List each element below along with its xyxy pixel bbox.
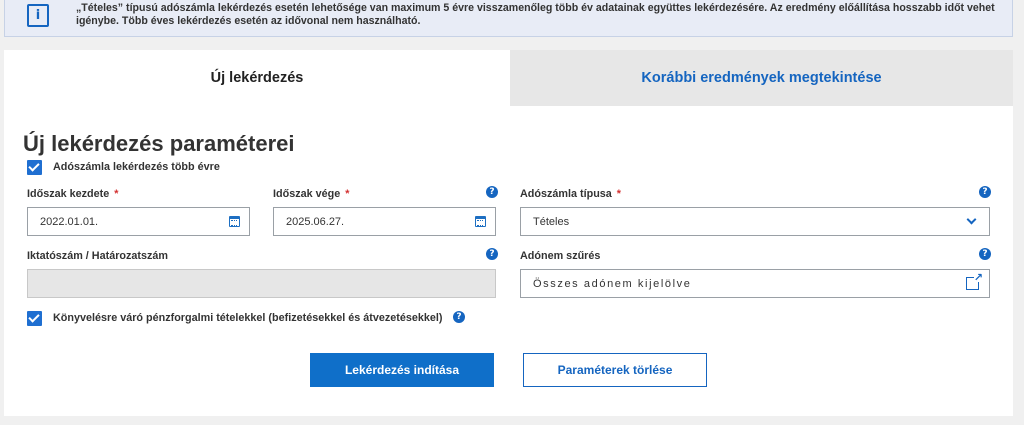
tab-new-query[interactable]: Új lekérdezés	[4, 50, 510, 106]
pending-items-help-icon[interactable]: ?	[453, 311, 465, 323]
tab-previous-results[interactable]: Korábbi eredmények megtekintése	[510, 50, 1013, 106]
period-end-input[interactable]: 2025.06.27.	[273, 207, 496, 236]
reset-parameters-button[interactable]: Paraméterek törlése	[523, 353, 707, 387]
info-banner-text: „Tételes” típusú adószámla lekérdezés es…	[76, 2, 995, 27]
tax-filter-help-icon[interactable]: ?	[979, 248, 991, 260]
info-icon: i	[27, 4, 49, 27]
tax-filter-field[interactable]: Összes adónem kijelölve	[520, 269, 990, 298]
chevron-down-icon[interactable]	[966, 214, 977, 225]
period-start-input[interactable]: 2022.01.01.	[27, 207, 250, 236]
submit-query-button[interactable]: Lekérdezés indítása	[310, 353, 494, 387]
external-link-icon[interactable]	[966, 271, 983, 290]
form-title: Új lekérdezés paraméterei	[23, 131, 295, 156]
account-type-help-icon[interactable]: ?	[979, 186, 991, 198]
reference-number-input[interactable]	[27, 269, 496, 298]
reference-number-label: Iktatószám / Határozatszám	[27, 250, 169, 262]
reference-number-help-icon[interactable]: ?	[486, 248, 498, 260]
calendar-icon[interactable]	[475, 216, 486, 227]
period-end-label: Időszak vége *	[273, 188, 350, 200]
pending-items-label: Könyvelésre váró pénzforgalmi tételekkel…	[53, 312, 443, 324]
account-type-label: Adószámla típusa *	[520, 188, 621, 200]
multi-year-label: Adószámla lekérdezés több évre	[53, 161, 220, 173]
tax-filter-label: Adónem szűrés	[520, 250, 601, 262]
required-marker: *	[114, 188, 119, 200]
pending-items-checkbox[interactable]	[27, 311, 42, 326]
period-end-help-icon[interactable]: ?	[486, 186, 498, 198]
required-marker: *	[345, 188, 350, 200]
required-marker: *	[616, 188, 621, 200]
calendar-icon[interactable]	[229, 216, 240, 227]
multi-year-checkbox[interactable]	[27, 160, 42, 175]
info-banner: i „Tételes” típusú adószámla lekérdezés …	[4, 0, 1013, 37]
period-start-label: Időszak kezdete *	[27, 188, 119, 200]
account-type-select[interactable]: Tételes	[520, 207, 990, 236]
